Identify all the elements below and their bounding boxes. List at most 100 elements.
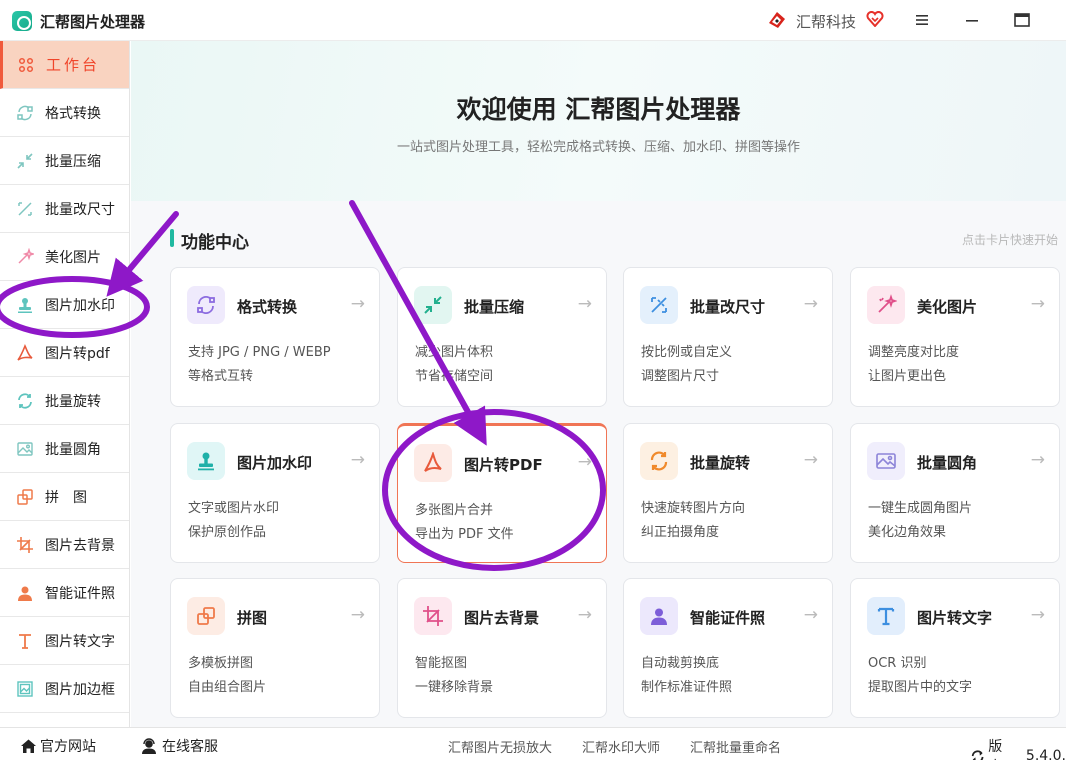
sidebar-item-beautify[interactable]: 美化图片 bbox=[0, 233, 129, 281]
sidebar-item-label: 美化图片 bbox=[45, 249, 101, 266]
version-label: 版本： bbox=[988, 739, 1016, 760]
card-batch-resize[interactable]: 批量改尺寸 → 按比例或自定义 调整图片尺寸 bbox=[623, 267, 833, 407]
person-icon bbox=[15, 583, 35, 603]
card-collage[interactable]: 拼图 → 多模板拼图 自由组合图片 bbox=[170, 578, 380, 718]
card-title: 图片去背景 bbox=[464, 609, 540, 627]
card-description: 保护原创作品 bbox=[188, 525, 267, 540]
card-watermark[interactable]: 图片加水印 → 文字或图片水印 保护原创作品 bbox=[170, 423, 380, 563]
card-title: 图片转PDF bbox=[464, 456, 543, 474]
card-description: OCR 识别 bbox=[868, 656, 927, 671]
sidebar-item-label: 拼 图 bbox=[45, 489, 87, 506]
online-support-label: 在线客服 bbox=[162, 739, 218, 755]
resize-icon bbox=[640, 286, 678, 324]
person-icon bbox=[640, 597, 678, 635]
card-description: 一键生成圆角图片 bbox=[868, 501, 973, 516]
section-accent-bar bbox=[170, 229, 174, 247]
sidebar-item-label: 图片转pdf bbox=[45, 345, 110, 362]
minimize-icon[interactable] bbox=[960, 8, 984, 32]
rotate-icon bbox=[15, 391, 35, 411]
card-description: 按比例或自定义 bbox=[641, 345, 733, 360]
card-description: 调整图片尺寸 bbox=[641, 369, 720, 384]
sidebar-item-add-frame[interactable]: 图片加边框 bbox=[0, 665, 129, 713]
sidebar-item-label: 批量压缩 bbox=[45, 153, 101, 170]
compress-icon bbox=[414, 286, 452, 324]
sidebar-item-label: 批量旋转 bbox=[45, 393, 101, 410]
sidebar-item-batch-resize[interactable]: 批量改尺寸 bbox=[0, 185, 129, 233]
card-description: 节省存储空间 bbox=[415, 369, 494, 384]
compress-icon bbox=[15, 151, 35, 171]
card-description: 文字或图片水印 bbox=[188, 501, 280, 516]
sidebar-item-label: 智能证件照 bbox=[45, 585, 115, 602]
card-description: 等格式互转 bbox=[188, 369, 254, 384]
refresh-icon bbox=[971, 749, 984, 760]
sidebar-item-label: 批量圆角 bbox=[45, 441, 101, 458]
sidebar-item-label: 格式转换 bbox=[45, 105, 101, 122]
card-image-to-pdf[interactable]: 图片转PDF → 多张图片合并 导出为 PDF 文件 bbox=[397, 423, 607, 563]
menu-icon[interactable] bbox=[910, 8, 934, 32]
heart-badge-icon[interactable] bbox=[866, 11, 884, 27]
card-format-convert[interactable]: 格式转换 → 支持 JPG / PNG / WEBP 等格式互转 bbox=[170, 267, 380, 407]
sidebar-item-label: 批量改尺寸 bbox=[45, 201, 115, 218]
sidebar-item-id-photo[interactable]: 智能证件照 bbox=[0, 569, 129, 617]
beautify-icon bbox=[867, 286, 905, 324]
welcome-subtitle: 一站式图片处理工具，轻松完成格式转换、压缩、加水印、拼图等操作 bbox=[396, 140, 800, 155]
sidebar-item-workbench[interactable]: 工作台 bbox=[0, 41, 129, 89]
status-bar: 官方网站 在线客服 汇帮图片无损放大 汇帮水印大师 汇帮批量重命名 版本： 5.… bbox=[0, 727, 1066, 760]
maximize-icon[interactable] bbox=[1010, 8, 1034, 32]
app-logo-icon bbox=[12, 11, 32, 31]
arrow-right-icon: → bbox=[350, 605, 365, 625]
card-description: 导出为 PDF 文件 bbox=[415, 527, 514, 542]
official-website-label: 官方网站 bbox=[40, 739, 96, 755]
arrow-right-icon: → bbox=[803, 294, 818, 314]
card-batch-compress[interactable]: 批量压缩 → 减少图片体积 节省存储空间 bbox=[397, 267, 607, 407]
card-remove-background[interactable]: 图片去背景 → 智能抠图 一键移除背景 bbox=[397, 578, 607, 718]
card-beautify[interactable]: 美化图片 → 调整亮度对比度 让图片更出色 bbox=[850, 267, 1060, 407]
card-image-to-text[interactable]: 图片转文字 → OCR 识别 提取图片中的文字 bbox=[850, 578, 1060, 718]
arrow-right-icon: → bbox=[577, 605, 592, 625]
sidebar-item-watermark[interactable]: 图片加水印 bbox=[0, 281, 129, 329]
card-description: 多模板拼图 bbox=[188, 656, 254, 671]
sidebar-item-format-convert[interactable]: 格式转换 bbox=[0, 89, 129, 137]
collage-icon bbox=[15, 487, 35, 507]
resize-icon bbox=[15, 199, 35, 219]
sidebar-item-label: 图片加水印 bbox=[45, 297, 115, 314]
section-title: 功能中心 bbox=[181, 233, 249, 253]
card-batch-round-corner[interactable]: 批量圆角 → 一键生成圆角图片 美化边角效果 bbox=[850, 423, 1060, 563]
card-description: 制作标准证件照 bbox=[641, 680, 733, 695]
convert-icon bbox=[15, 103, 35, 123]
card-description: 支持 JPG / PNG / WEBP bbox=[188, 345, 331, 360]
link-batch-rename[interactable]: 汇帮批量重命名 bbox=[690, 737, 781, 756]
sidebar-item-batch-round-corner[interactable]: 批量圆角 bbox=[0, 425, 129, 473]
pdf-icon bbox=[15, 343, 35, 363]
card-description: 调整亮度对比度 bbox=[868, 345, 960, 360]
link-watermark-master[interactable]: 汇帮水印大师 bbox=[582, 737, 660, 756]
text-icon bbox=[15, 631, 35, 651]
link-image-upscale[interactable]: 汇帮图片无损放大 bbox=[448, 737, 552, 756]
beautify-icon bbox=[15, 247, 35, 267]
sidebar-item-image-to-text[interactable]: 图片转文字 bbox=[0, 617, 129, 665]
rotate-icon bbox=[640, 442, 678, 480]
sidebar-item-remove-background[interactable]: 图片去背景 bbox=[0, 521, 129, 569]
card-description: 美化边角效果 bbox=[868, 525, 947, 540]
card-title: 图片转文字 bbox=[917, 609, 993, 627]
arrow-right-icon: → bbox=[350, 450, 365, 470]
card-id-photo[interactable]: 智能证件照 → 自动裁剪换底 制作标准证件照 bbox=[623, 578, 833, 718]
main-content: 欢迎使用 汇帮图片处理器 一站式图片处理工具，轻松完成格式转换、压缩、加水印、拼… bbox=[131, 41, 1066, 727]
card-description: 智能抠图 bbox=[415, 656, 468, 671]
grid-icon bbox=[16, 55, 36, 75]
convert-icon bbox=[187, 286, 225, 324]
official-website-link[interactable]: 官方网站 bbox=[20, 736, 96, 756]
stamp-icon bbox=[15, 295, 35, 315]
crop-icon bbox=[414, 597, 452, 635]
version-info[interactable]: 版本： 5.4.0. bbox=[970, 736, 1066, 760]
card-description: 减少图片体积 bbox=[415, 345, 494, 360]
sidebar-item-batch-compress[interactable]: 批量压缩 bbox=[0, 137, 129, 185]
sidebar-item-collage[interactable]: 拼 图 bbox=[0, 473, 129, 521]
sidebar-item-batch-rotate[interactable]: 批量旋转 bbox=[0, 377, 129, 425]
card-batch-rotate[interactable]: 批量旋转 → 快速旋转图片方向 纠正拍摄角度 bbox=[623, 423, 833, 563]
online-support-link[interactable]: 在线客服 bbox=[140, 736, 218, 756]
card-title: 批量改尺寸 bbox=[690, 298, 766, 316]
arrow-right-icon: → bbox=[1030, 450, 1045, 470]
sidebar-item-image-to-pdf[interactable]: 图片转pdf bbox=[0, 329, 129, 377]
card-title: 批量圆角 bbox=[917, 454, 978, 472]
